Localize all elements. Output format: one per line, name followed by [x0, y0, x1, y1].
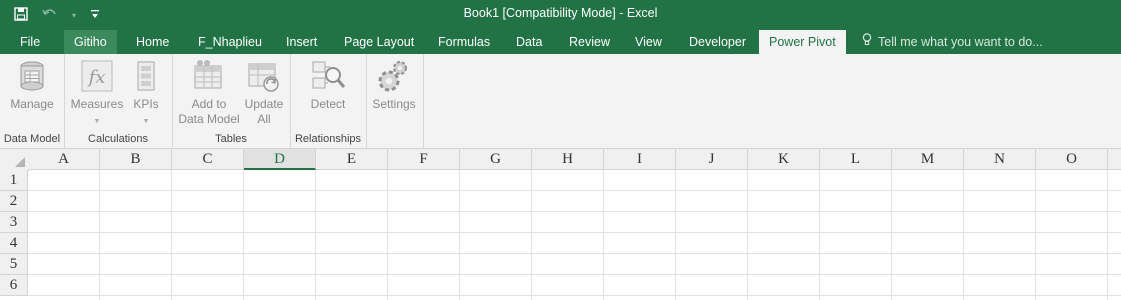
kpis-label: KPIs [133, 97, 159, 111]
measures-button[interactable]: fx Measures ▼ [68, 58, 126, 129]
group-calculations: fx Measures ▼ KPIs ▼ Calculations [64, 54, 173, 148]
settings-label: Settings [372, 97, 416, 111]
tab-view[interactable]: View [625, 30, 672, 54]
column-header-j[interactable]: J [676, 149, 748, 170]
gridline [28, 232, 1121, 233]
add-to-data-model-line2: Data Model [178, 112, 240, 126]
group-label-data-model: Data Model [3, 133, 61, 145]
select-all-triangle-icon [15, 157, 25, 167]
measures-label: Measures [70, 97, 124, 111]
column-header-i[interactable]: I [604, 149, 676, 170]
gridline [28, 295, 1121, 296]
tab-review[interactable]: Review [559, 30, 620, 54]
add-to-data-model-button[interactable]: Add to Data Model [176, 58, 242, 127]
tab-f-nhaplieu[interactable]: F_Nhaplieu [188, 30, 272, 54]
manage-label: Manage [10, 97, 54, 111]
group-tables: Add to Data Model Update All Tables [172, 54, 291, 148]
gridline [28, 253, 1121, 254]
row-header-6[interactable]: 6 [0, 275, 28, 296]
detect-relationships-icon [310, 58, 346, 94]
detect-button[interactable]: Detect [304, 58, 352, 112]
column-header-a[interactable]: A [28, 149, 100, 170]
worksheet-grid[interactable]: A B C D E F G H I J K L M N O 1 2 3 4 5 … [0, 149, 1121, 300]
column-header-partial[interactable] [1108, 149, 1121, 170]
tab-gitiho[interactable]: Gitiho [64, 30, 117, 54]
tell-me-search[interactable]: Tell me what you want to do... [862, 30, 1043, 54]
tab-home[interactable]: Home [126, 30, 179, 54]
manage-data-model-icon [14, 58, 50, 94]
row-header-5[interactable]: 5 [0, 254, 28, 275]
column-header-b[interactable]: B [100, 149, 172, 170]
group-data-model: Manage Data Model [0, 54, 65, 148]
tab-formulas[interactable]: Formulas [428, 30, 500, 54]
gridline [28, 190, 1121, 191]
tab-file[interactable]: File [10, 30, 50, 54]
tab-insert[interactable]: Insert [276, 30, 327, 54]
select-all-corner[interactable] [0, 149, 29, 171]
title-bar: ▾ Book1 [Compatibility Mode] - Excel [0, 0, 1121, 30]
tab-page-layout[interactable]: Page Layout [334, 30, 424, 54]
column-header-f[interactable]: F [388, 149, 460, 170]
tab-power-pivot[interactable]: Power Pivot [759, 30, 846, 54]
group-settings: Settings [366, 54, 424, 148]
gridline [28, 211, 1121, 212]
manage-button[interactable]: Manage [4, 58, 60, 112]
column-header-c[interactable]: C [172, 149, 244, 170]
row-header-4[interactable]: 4 [0, 233, 28, 254]
column-header-d[interactable]: D [244, 149, 316, 170]
tell-me-text: Tell me what you want to do... [878, 35, 1043, 49]
fx-measures-icon: fx [79, 58, 115, 94]
window-title: Book1 [Compatibility Mode] - Excel [463, 6, 658, 20]
column-header-m[interactable]: M [892, 149, 964, 170]
ribbon-tab-bar: File Gitiho Home F_Nhaplieu Insert Page … [0, 30, 1121, 54]
add-to-data-model-icon [191, 58, 227, 94]
column-header-o[interactable]: O [1036, 149, 1108, 170]
column-header-l[interactable]: L [820, 149, 892, 170]
add-to-data-model-line1: Add to [191, 97, 227, 111]
update-all-line1: Update [244, 97, 284, 111]
gridline [28, 274, 1121, 275]
update-all-icon [246, 58, 282, 94]
tab-developer[interactable]: Developer [679, 30, 756, 54]
group-label-tables: Tables [215, 133, 247, 145]
kpis-icon [134, 58, 158, 94]
lightbulb-icon [862, 30, 872, 54]
group-label-calculations: Calculations [88, 133, 148, 145]
tab-data[interactable]: Data [506, 30, 552, 54]
group-label-relationships: Relationships [294, 133, 362, 145]
column-header-h[interactable]: H [532, 149, 604, 170]
column-header-k[interactable]: K [748, 149, 820, 170]
svg-text:fx: fx [87, 67, 106, 88]
column-header-n[interactable]: N [964, 149, 1036, 170]
settings-button[interactable]: Settings [369, 58, 419, 112]
kpis-button[interactable]: KPIs ▼ [128, 58, 164, 129]
ribbon-power-pivot: Manage Data Model fx Measures ▼ KPIs ▼ C… [0, 54, 1121, 149]
row-header-3[interactable]: 3 [0, 212, 28, 233]
update-all-button[interactable]: Update All [242, 58, 286, 127]
update-all-line2: All [257, 112, 271, 126]
group-relationships: Detect Relationships [290, 54, 367, 148]
row-header-1[interactable]: 1 [0, 170, 28, 191]
detect-label: Detect [310, 97, 346, 111]
column-header-g[interactable]: G [460, 149, 532, 170]
column-header-e[interactable]: E [316, 149, 388, 170]
settings-gears-icon [376, 58, 412, 94]
kpis-dropdown-icon: ▼ [142, 118, 150, 125]
row-header-2[interactable]: 2 [0, 191, 28, 212]
measures-dropdown-icon: ▼ [93, 118, 101, 125]
